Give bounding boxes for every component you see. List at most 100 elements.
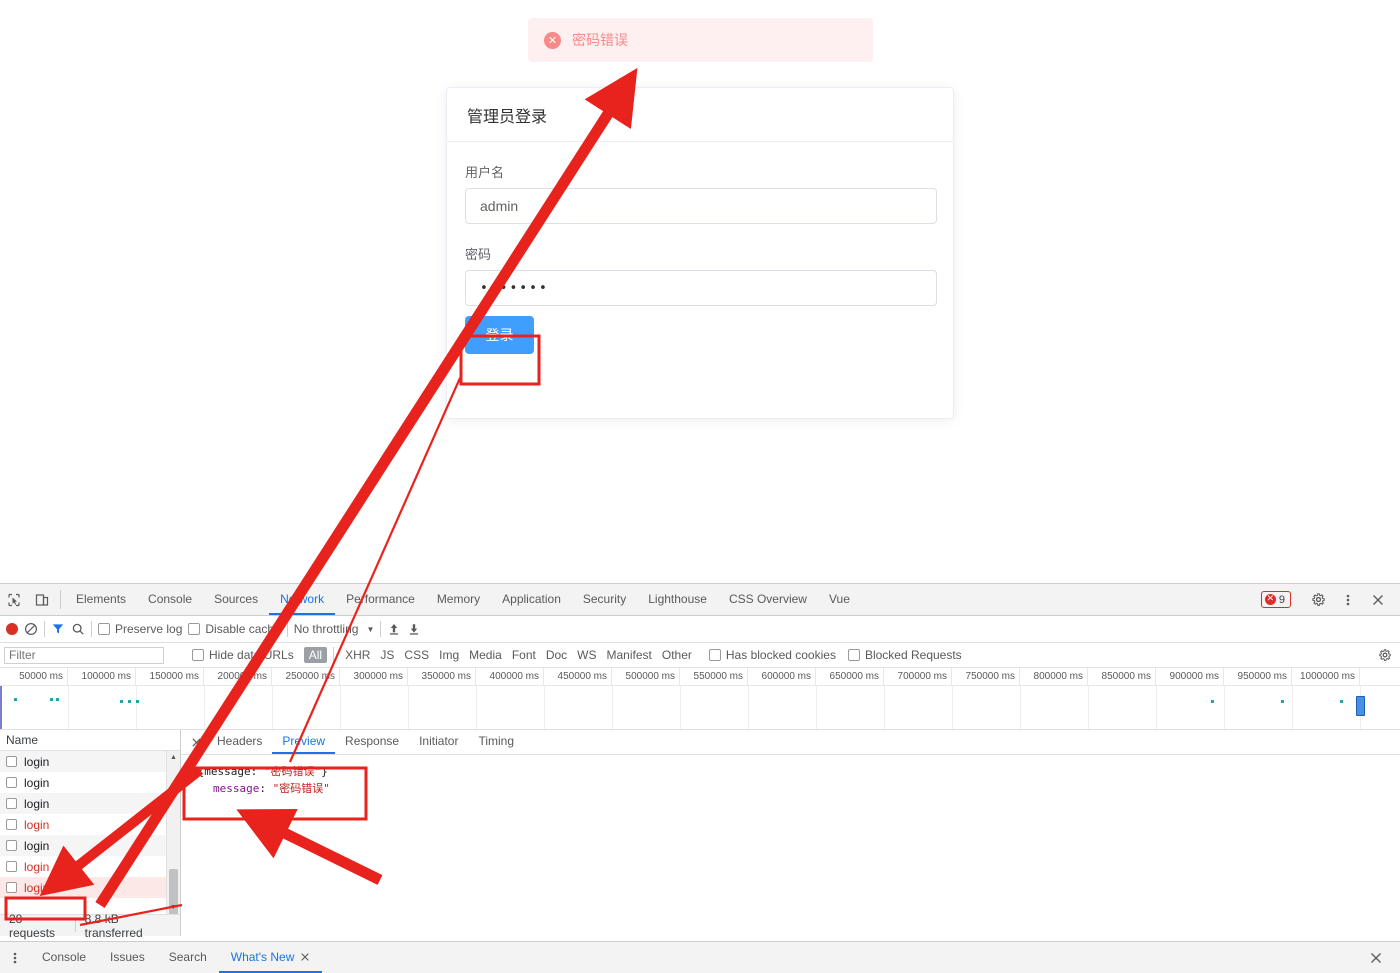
request-row-checkbox-icon[interactable] xyxy=(6,756,17,767)
overview-gridline xyxy=(272,686,273,729)
request-row-checkbox-icon[interactable] xyxy=(6,840,17,851)
network-filterbar: Hide data URLs All XHR JS CSS Img Media … xyxy=(0,643,1400,668)
drawer-close-icon[interactable] xyxy=(1362,951,1390,965)
overview-gridline xyxy=(544,686,545,729)
drawer-tab-console[interactable]: Console xyxy=(30,942,98,973)
request-row-checkbox-icon[interactable] xyxy=(6,861,17,872)
preserve-log-checkbox[interactable]: Preserve log xyxy=(98,622,182,636)
json-root-line[interactable]: ▼{message: "密码错误"} xyxy=(191,763,1390,780)
request-row[interactable]: login xyxy=(0,751,180,772)
timeline-tick: 700000 ms xyxy=(884,668,952,685)
overview-selection-marker[interactable] xyxy=(1356,696,1365,716)
network-settings-gear-icon[interactable] xyxy=(1378,648,1400,662)
overview-gridline xyxy=(1156,686,1157,729)
overview-request-mark xyxy=(56,698,59,701)
close-detail-icon[interactable] xyxy=(185,730,207,754)
devtools-tab-elements[interactable]: Elements xyxy=(65,584,137,615)
throttling-select[interactable]: No throttling ▼ xyxy=(294,622,375,636)
resource-type-font[interactable]: Font xyxy=(507,648,541,662)
detail-tab-headers[interactable]: Headers xyxy=(207,730,272,754)
request-row[interactable]: login xyxy=(0,793,180,814)
search-icon[interactable] xyxy=(71,622,85,636)
username-input[interactable] xyxy=(465,188,937,224)
request-rows[interactable]: login login login login login login login ▲ ▼ xyxy=(0,751,180,914)
device-toolbar-icon[interactable] xyxy=(28,584,56,615)
json-expand-triangle-icon[interactable]: ▼ xyxy=(191,765,198,778)
export-har-icon[interactable] xyxy=(407,622,421,636)
filter-funnel-icon[interactable] xyxy=(51,622,65,636)
clear-requests-icon[interactable] xyxy=(24,622,38,636)
scroll-down-arrow-icon[interactable]: ▼ xyxy=(167,901,180,914)
devtools-tab-css-overview[interactable]: CSS Overview xyxy=(718,584,818,615)
preserve-log-label: Preserve log xyxy=(115,622,183,636)
filter-input[interactable] xyxy=(4,646,164,664)
request-row-checkbox-icon[interactable] xyxy=(6,798,17,809)
devtools-tab-application[interactable]: Application xyxy=(491,584,572,615)
request-list-scrollbar[interactable]: ▲ ▼ xyxy=(166,751,180,914)
resource-type-manifest[interactable]: Manifest xyxy=(602,648,657,662)
request-row[interactable]: login xyxy=(0,877,180,898)
detail-tab-preview[interactable]: Preview xyxy=(272,730,336,754)
scroll-up-arrow-icon[interactable]: ▲ xyxy=(167,751,180,764)
network-overview[interactable]: 50000 ms 100000 ms 150000 ms 200000 ms 25000… xyxy=(0,668,1400,730)
resource-type-xhr[interactable]: XHR xyxy=(340,648,375,662)
devtools-tab-security[interactable]: Security xyxy=(572,584,637,615)
settings-gear-icon[interactable] xyxy=(1304,592,1332,607)
drawer-tab-console-label: Console xyxy=(42,949,87,964)
timeline-tick: 100000 ms xyxy=(68,668,136,685)
request-row-checkbox-icon[interactable] xyxy=(6,882,17,893)
drawer-tab-search[interactable]: Search xyxy=(157,942,219,973)
devtools-tab-vue[interactable]: Vue xyxy=(818,584,861,615)
request-row-checkbox-icon[interactable] xyxy=(6,819,17,830)
overview-canvas[interactable] xyxy=(0,686,1400,729)
request-row[interactable]: login xyxy=(0,856,180,877)
resource-type-img[interactable]: Img xyxy=(434,648,464,662)
resource-type-ws[interactable]: WS xyxy=(572,648,601,662)
import-har-icon[interactable] xyxy=(387,622,401,636)
devtools-tab-console[interactable]: Console xyxy=(137,584,203,615)
timeline-tick: 750000 ms xyxy=(952,668,1020,685)
resource-type-media[interactable]: Media xyxy=(464,648,507,662)
inspect-element-icon[interactable] xyxy=(0,584,28,615)
devtools-tab-memory[interactable]: Memory xyxy=(426,584,491,615)
column-header-name: Name xyxy=(6,733,39,747)
resource-type-all[interactable]: All xyxy=(303,647,328,663)
detail-tab-timing[interactable]: Timing xyxy=(468,730,524,754)
request-row-name: login xyxy=(24,880,50,895)
has-blocked-cookies-checkbox[interactable]: Has blocked cookies xyxy=(708,648,836,662)
drawer-tab-close-icon[interactable] xyxy=(300,952,310,962)
drawer-more-kebab-icon[interactable] xyxy=(0,942,30,973)
resource-type-other[interactable]: Other xyxy=(657,648,697,662)
request-row-name: login xyxy=(24,817,50,832)
resource-type-doc[interactable]: Doc xyxy=(541,648,572,662)
drawer-tab-whats-new[interactable]: What's New xyxy=(218,942,323,973)
devtools-tab-performance[interactable]: Performance xyxy=(335,584,426,615)
error-count-badge[interactable]: ✕ 9 xyxy=(1260,591,1291,608)
preserve-log-box-icon xyxy=(98,623,110,635)
resource-type-css[interactable]: CSS xyxy=(399,648,434,662)
request-row[interactable]: login xyxy=(0,772,180,793)
username-group: 用户名 xyxy=(465,162,937,224)
request-row[interactable]: login xyxy=(0,814,180,835)
disable-cache-checkbox[interactable]: Disable cache xyxy=(188,622,281,636)
devtools-tab-sources[interactable]: Sources xyxy=(203,584,269,615)
devtools-tab-lighthouse[interactable]: Lighthouse xyxy=(637,584,718,615)
request-row[interactable]: login xyxy=(0,835,180,856)
blocked-requests-checkbox[interactable]: Blocked Requests xyxy=(847,648,962,662)
password-input[interactable]: ••••••• xyxy=(465,270,937,306)
detail-tab-initiator[interactable]: Initiator xyxy=(409,730,468,754)
drawer-tab-issues[interactable]: Issues xyxy=(98,942,157,973)
request-row-checkbox-icon[interactable] xyxy=(6,777,17,788)
password-label: 密码 xyxy=(465,248,492,263)
detail-tab-response[interactable]: Response xyxy=(335,730,409,754)
overview-request-mark xyxy=(128,700,131,703)
devtools-tab-network[interactable]: Network xyxy=(269,584,336,615)
close-devtools-icon[interactable] xyxy=(1364,593,1392,607)
resource-type-js[interactable]: JS xyxy=(375,648,399,662)
more-options-kebab-icon[interactable] xyxy=(1334,593,1362,607)
login-submit-button[interactable]: 登录 xyxy=(465,316,534,354)
json-property-value: "密码错误" xyxy=(272,782,330,795)
record-button-icon[interactable] xyxy=(6,623,18,635)
overview-gridline xyxy=(1088,686,1089,729)
hide-data-urls-checkbox[interactable]: Hide data URLs xyxy=(192,648,294,662)
